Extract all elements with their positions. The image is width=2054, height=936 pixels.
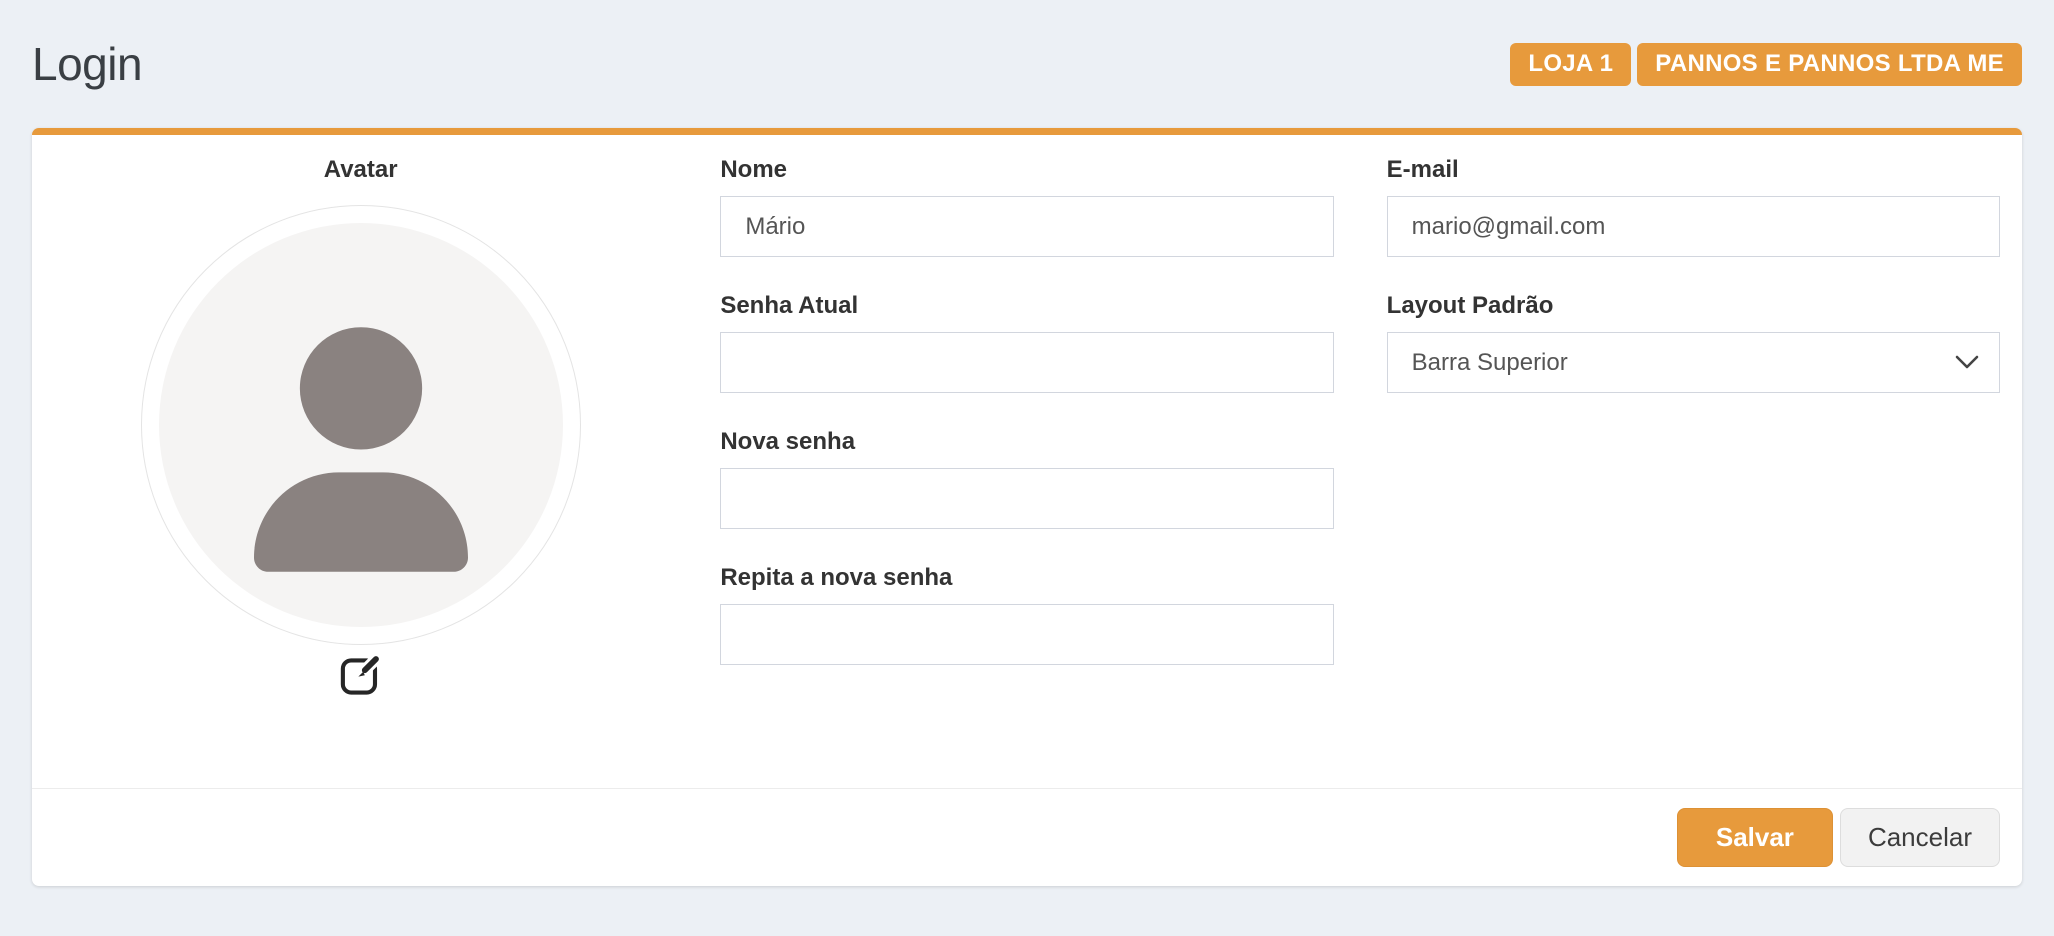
credentials-column: Nome Senha Atual Nova senha Repita a nov… bbox=[720, 157, 1333, 701]
email-field-group: E-mail bbox=[1387, 157, 2000, 257]
layout-padrao-label: Layout Padrão bbox=[1387, 293, 2000, 319]
company-badge: PANNOS E PANNOS LTDA ME bbox=[1637, 43, 2022, 86]
email-label: E-mail bbox=[1387, 157, 2000, 183]
chevron-down-icon bbox=[1955, 355, 1979, 370]
layout-padrao-select[interactable]: Barra Superior bbox=[1387, 332, 2000, 393]
settings-column: E-mail Layout Padrão Barra Superior bbox=[1387, 157, 2000, 701]
repita-nova-senha-label: Repita a nova senha bbox=[720, 565, 1333, 591]
layout-field-group: Layout Padrão Barra Superior bbox=[1387, 293, 2000, 393]
profile-card: Avatar bbox=[32, 128, 2022, 886]
avatar-edit-button[interactable] bbox=[337, 651, 384, 698]
email-input[interactable] bbox=[1387, 196, 2000, 257]
repita-nova-senha-input[interactable] bbox=[720, 604, 1333, 665]
header-badges: LOJA 1 PANNOS E PANNOS LTDA ME bbox=[1510, 43, 2022, 86]
avatar-placeholder bbox=[159, 223, 563, 627]
user-silhouette-icon bbox=[254, 327, 468, 572]
nova-senha-input[interactable] bbox=[720, 468, 1333, 529]
cancel-button[interactable]: Cancelar bbox=[1840, 808, 2000, 867]
avatar-column: Avatar bbox=[54, 157, 667, 701]
store-badge: LOJA 1 bbox=[1510, 43, 1631, 86]
senha-atual-field-group: Senha Atual bbox=[720, 293, 1333, 393]
avatar bbox=[141, 205, 581, 645]
layout-padrao-selected-value: Barra Superior bbox=[1412, 349, 1568, 377]
nova-senha-field-group: Nova senha bbox=[720, 429, 1333, 529]
form-actions: Salvar Cancelar bbox=[32, 788, 2022, 886]
senha-atual-label: Senha Atual bbox=[720, 293, 1333, 319]
senha-atual-input[interactable] bbox=[720, 332, 1333, 393]
profile-form: Avatar bbox=[32, 135, 2022, 788]
edit-pencil-square-icon bbox=[337, 651, 384, 698]
page-title: Login bbox=[32, 37, 142, 91]
nome-label: Nome bbox=[720, 157, 1333, 183]
nova-senha-label: Nova senha bbox=[720, 429, 1333, 455]
nome-input[interactable] bbox=[720, 196, 1333, 257]
nome-field-group: Nome bbox=[720, 157, 1333, 257]
page-header: Login LOJA 1 PANNOS E PANNOS LTDA ME bbox=[32, 0, 2022, 128]
save-button[interactable]: Salvar bbox=[1677, 808, 1833, 867]
avatar-label: Avatar bbox=[324, 157, 398, 183]
profile-page: Login LOJA 1 PANNOS E PANNOS LTDA ME Ava… bbox=[0, 0, 2054, 886]
repita-nova-senha-field-group: Repita a nova senha bbox=[720, 565, 1333, 665]
